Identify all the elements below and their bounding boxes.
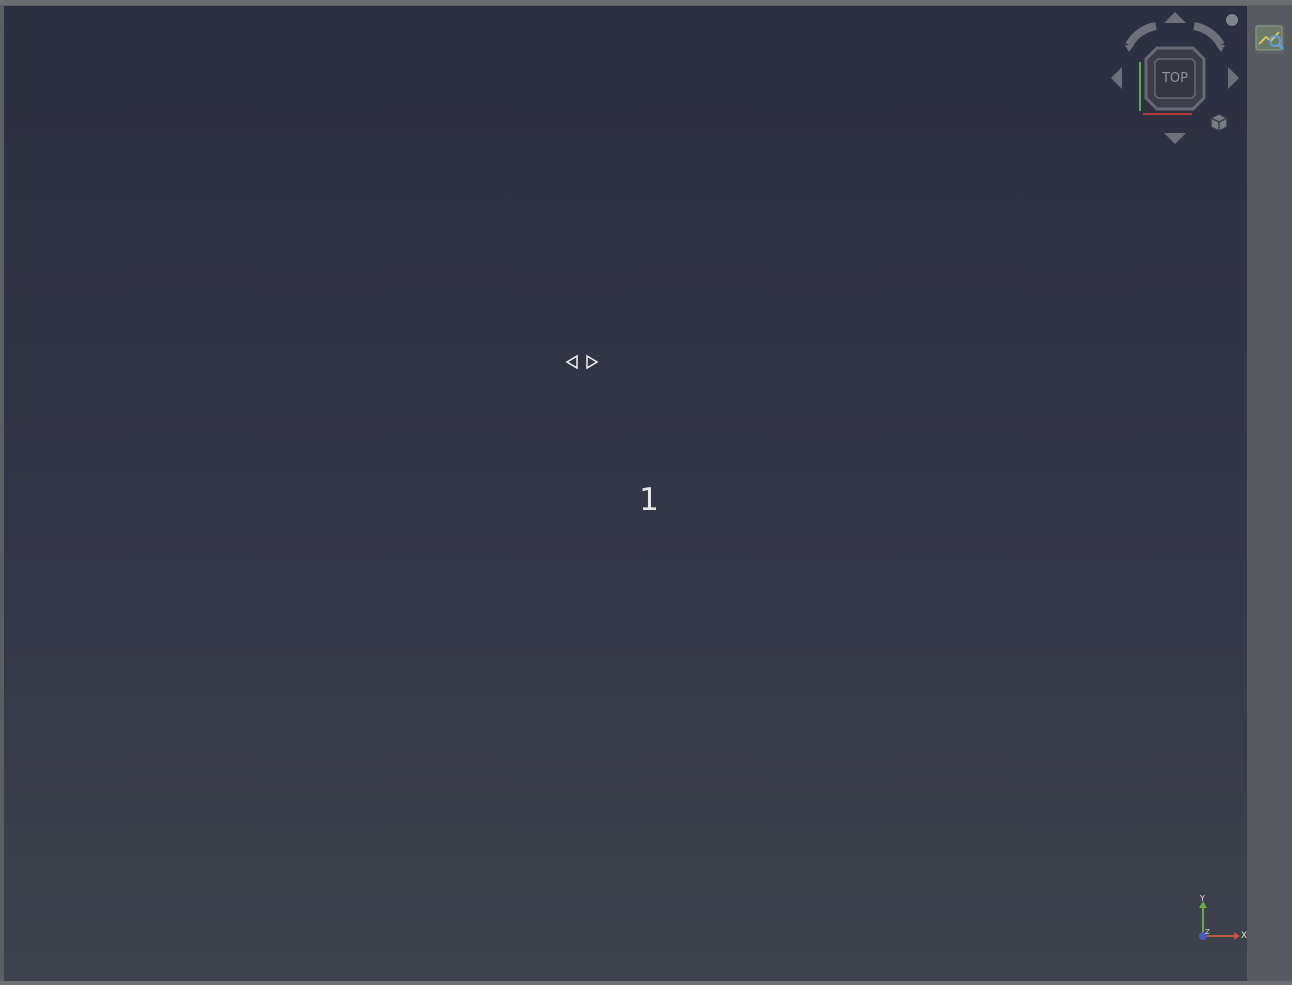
x-axis-arrow — [1234, 932, 1240, 940]
rotate-left-icon[interactable] — [1125, 22, 1157, 48]
cad-application: 1 X Y Z TOP — [0, 0, 1292, 985]
arrow-down-icon[interactable] — [1164, 133, 1186, 144]
right-panel — [1247, 6, 1292, 981]
3d-viewport[interactable]: 1 X Y Z — [4, 6, 1247, 981]
arrow-left-icon[interactable] — [1111, 67, 1122, 89]
window-top-border — [0, 0, 1292, 5]
z-axis-label: Z — [1205, 928, 1210, 936]
overlay-navigation — [564, 351, 602, 373]
top-face-cube[interactable]: TOP — [1144, 46, 1206, 111]
rotate-right-arrowhead — [1216, 45, 1225, 52]
map-tool-icon[interactable] — [1255, 24, 1285, 54]
prev-arrow-icon[interactable] — [564, 352, 581, 372]
rotate-right-icon[interactable] — [1193, 22, 1225, 48]
menu-dot-icon[interactable] — [1226, 14, 1238, 26]
next-arrow-icon[interactable] — [583, 352, 600, 372]
rotate-left-arrowhead — [1125, 45, 1134, 52]
arrow-right-icon[interactable] — [1228, 67, 1239, 89]
navigation-cube[interactable]: TOP — [1100, 6, 1250, 151]
home-cube-icon[interactable] — [1210, 113, 1228, 132]
window-bottom-border — [0, 981, 1292, 985]
axis-triad: X Y Z — [1199, 894, 1247, 941]
arrow-up-icon[interactable] — [1164, 12, 1186, 23]
y-axis-label: Y — [1199, 894, 1205, 903]
viewport-center-number: 1 — [639, 482, 659, 518]
cube-face-label: TOP — [1161, 71, 1188, 86]
